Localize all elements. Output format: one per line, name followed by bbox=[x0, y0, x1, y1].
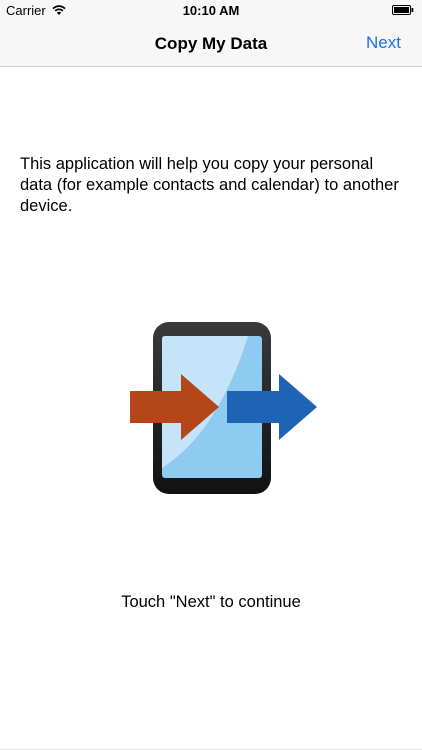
phone-transfer-icon bbox=[130, 322, 317, 494]
continue-hint: Touch "Next" to continue bbox=[121, 593, 301, 611]
battery-icon bbox=[392, 5, 414, 15]
status-bar: Carrier 10:10 AM bbox=[0, 0, 422, 22]
page-title: Copy My Data bbox=[154, 34, 268, 53]
navigation-bar: Copy My Data Next bbox=[0, 22, 422, 67]
next-button[interactable]: Next bbox=[366, 33, 401, 53]
app-screen: Carrier 10:10 AM Copy My Data Next This … bbox=[0, 0, 422, 750]
intro-text: This application will help you copy your… bbox=[20, 155, 399, 215]
status-time: 10:10 AM bbox=[182, 3, 240, 18]
